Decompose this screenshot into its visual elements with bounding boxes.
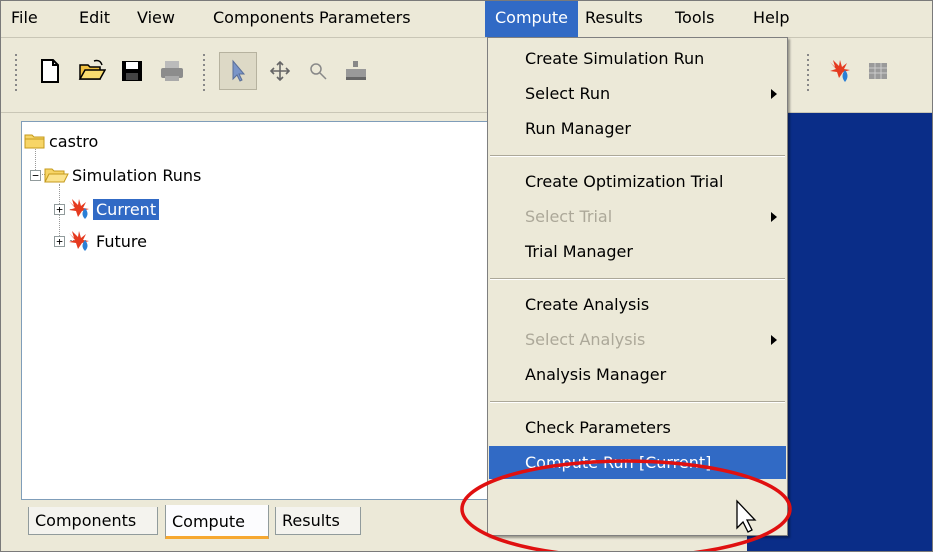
menu-item-label: Check Parameters (525, 418, 671, 437)
menu-item-label: Create Simulation Run (525, 49, 705, 68)
expand-toggle-icon[interactable]: + (54, 203, 65, 215)
folder-icon (24, 134, 45, 149)
menu-components[interactable]: Components (203, 1, 324, 37)
expand-toggle-icon[interactable]: + (54, 235, 65, 247)
open-folder-icon (44, 168, 69, 183)
toolbar-separator (203, 54, 205, 94)
menu-item-label: Analysis Manager (525, 365, 667, 384)
new-document-icon[interactable] (31, 52, 69, 90)
submenu-arrow-icon (771, 89, 777, 99)
menu-item-label: Create Optimization Trial (525, 172, 724, 191)
tree-root-label: castro (49, 131, 99, 151)
menu-file[interactable]: File (1, 1, 48, 37)
tree-node-run-future[interactable]: + Future (54, 228, 150, 254)
run-simulation-icon[interactable] (821, 52, 859, 90)
menu-parameters[interactable]: Parameters (309, 1, 421, 37)
menu-separator (490, 278, 785, 280)
tab-compute[interactable]: Compute (165, 505, 269, 539)
tab-results[interactable]: Results (275, 507, 361, 535)
toolbar-grip[interactable] (15, 54, 17, 94)
simulation-run-icon (69, 231, 89, 251)
menu-item-analysis-manager[interactable]: Analysis Manager (489, 358, 786, 391)
menu-item-select-run[interactable]: Select Run (489, 77, 786, 110)
menu-compute[interactable]: Compute (485, 1, 578, 37)
menu-item-label: Select Run (525, 84, 611, 103)
menu-item-compute-run-current[interactable]: Compute Run [Current] (489, 446, 786, 479)
menu-edit[interactable]: Edit (69, 1, 120, 37)
compute-menu-dropdown: Create Simulation Run Select Run Run Manag… (487, 37, 788, 536)
menu-help[interactable]: Help (743, 1, 799, 37)
print-icon[interactable] (153, 52, 191, 90)
menu-separator (490, 401, 785, 403)
menu-item-label: Trial Manager (525, 242, 633, 261)
menu-item-create-optimization-trial[interactable]: Create Optimization Trial (489, 165, 786, 198)
menu-item-label: Select Analysis (525, 330, 646, 349)
menu-item-label: Compute Run [Current] (525, 453, 712, 472)
menu-item-label: Create Analysis (525, 295, 650, 314)
application-window: File Edit View Components Parameters Compute R… (0, 0, 933, 552)
menu-item-select-analysis: Select Analysis (489, 323, 786, 356)
zoom-icon[interactable] (299, 52, 337, 90)
menu-item-check-parameters[interactable]: Check Parameters (489, 411, 786, 444)
menu-item-create-simulation-run[interactable]: Create Simulation Run (489, 42, 786, 75)
menu-view[interactable]: View (127, 1, 185, 37)
tree-root-node[interactable]: castro (24, 128, 101, 154)
menu-item-trial-manager[interactable]: Trial Manager (489, 235, 786, 268)
submenu-arrow-icon (771, 335, 777, 345)
move-icon[interactable] (261, 52, 299, 90)
project-tree-panel: castro − Simulation Runs + Current + Fut… (21, 121, 488, 500)
tree-node-run-current[interactable]: + Current (54, 196, 160, 222)
toolbar-separator-right (807, 54, 809, 94)
open-folder-icon[interactable] (73, 52, 111, 90)
menu-separator (490, 155, 785, 157)
toolbar (1, 38, 932, 113)
menu-item-create-analysis[interactable]: Create Analysis (489, 288, 786, 321)
tree-node-simulation-runs[interactable]: − Simulation Runs (30, 162, 204, 188)
menu-item-label: Select Trial (525, 207, 613, 226)
menubar: File Edit View Components Parameters Compute R… (1, 1, 932, 38)
tree-label-run-future: Future (96, 231, 147, 251)
save-disk-icon[interactable] (113, 52, 151, 90)
grid-view-icon[interactable] (859, 52, 897, 90)
menu-tools[interactable]: Tools (665, 1, 724, 37)
collapse-toggle-icon[interactable]: − (30, 169, 41, 181)
menu-item-label: Run Manager (525, 119, 631, 138)
place-component-icon[interactable] (337, 52, 375, 90)
submenu-arrow-icon (771, 212, 777, 222)
tree-label-simulation-runs: Simulation Runs (72, 165, 202, 185)
menu-item-run-manager[interactable]: Run Manager (489, 112, 786, 145)
menu-item-select-trial: Select Trial (489, 200, 786, 233)
tab-components[interactable]: Components (28, 507, 158, 535)
simulation-run-icon (69, 199, 89, 219)
menu-results[interactable]: Results (575, 1, 653, 37)
tree-label-run-current: Current (93, 198, 160, 220)
select-pointer-icon[interactable] (219, 52, 257, 90)
